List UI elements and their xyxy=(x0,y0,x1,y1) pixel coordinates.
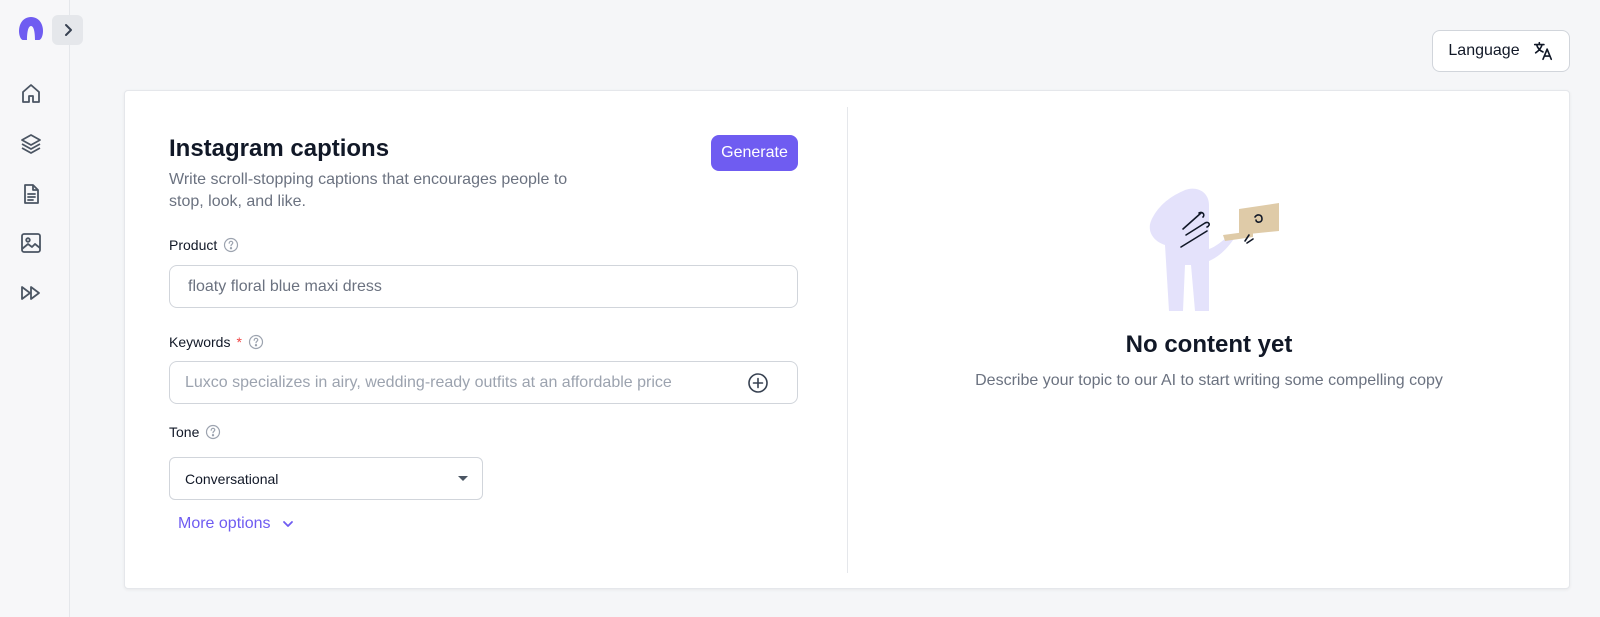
home-icon xyxy=(22,84,40,103)
product-label-row: Product xyxy=(169,237,239,253)
tone-label-row: Tone xyxy=(169,424,221,440)
empty-state-illustration xyxy=(1149,188,1279,311)
image-icon xyxy=(21,233,41,253)
help-icon[interactable] xyxy=(223,237,239,253)
brand-logo-icon[interactable] xyxy=(18,16,44,42)
keywords-placeholder: Luxco specializes in airy, wedding-ready… xyxy=(185,373,672,391)
required-marker: * xyxy=(236,334,242,350)
tone-select[interactable]: Conversational xyxy=(169,457,483,500)
more-options-label: More options xyxy=(178,515,271,532)
language-button[interactable]: Language xyxy=(1432,30,1570,72)
keywords-label: Keywords xyxy=(169,334,231,350)
language-label: Language xyxy=(1448,42,1520,59)
chevron-right-icon xyxy=(64,24,72,36)
sidebar-item-documents[interactable] xyxy=(17,180,45,208)
more-options-toggle[interactable]: More options xyxy=(178,515,295,533)
product-label: Product xyxy=(169,237,218,253)
tone-selected-value: Conversational xyxy=(185,470,279,487)
caret-down-icon xyxy=(458,476,468,481)
layers-icon xyxy=(21,134,41,154)
empty-state-title: No content yet xyxy=(1125,331,1293,358)
page-subtitle: Write scroll-stopping captions that enco… xyxy=(169,171,568,210)
sidebar-item-layers[interactable] xyxy=(17,130,45,158)
expand-sidebar-button[interactable] xyxy=(52,15,83,45)
add-keyword-icon[interactable] xyxy=(747,372,769,394)
sidebar xyxy=(0,0,83,617)
tone-label: Tone xyxy=(169,424,200,440)
translate-icon xyxy=(1533,41,1552,61)
sidebar-item-images[interactable] xyxy=(17,229,45,257)
help-icon[interactable] xyxy=(248,334,264,350)
empty-state-description: Describe your topic to our AI to start w… xyxy=(975,372,1443,389)
keywords-input[interactable]: Luxco specializes in airy, wedding-ready… xyxy=(169,361,798,404)
sidebar-item-home[interactable] xyxy=(17,80,45,108)
chevron-down-icon xyxy=(282,521,293,527)
sidebar-item-workflows[interactable] xyxy=(17,279,45,307)
caption-generator-card: Instagram captions Write scroll-stopping… xyxy=(124,90,1570,589)
document-icon xyxy=(24,184,39,204)
keywords-label-row: Keywords * xyxy=(169,334,264,350)
fast-forward-icon xyxy=(21,286,40,300)
help-icon[interactable] xyxy=(205,424,221,440)
page-title: Instagram captions xyxy=(169,135,390,162)
product-input[interactable]: floaty floral blue maxi dress xyxy=(169,265,798,308)
generate-button[interactable]: Generate xyxy=(711,135,798,171)
